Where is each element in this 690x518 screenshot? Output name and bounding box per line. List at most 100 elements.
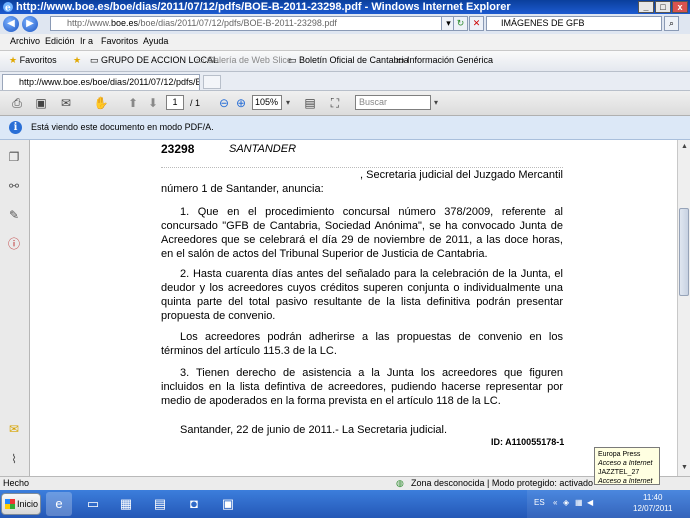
taskbar: Inicio e ▭ ▦ ▤ ◘ ▣ ES « ◈ ▦ ◀ 11:40 12/0… (0, 490, 690, 518)
url-path: /boe/dias/2011/07/12/pdfs/BOE-B-2011-232… (138, 18, 337, 28)
tab-current[interactable]: http://www.boe.es/boe/dias/2011/07/12/pd… (2, 74, 200, 90)
start-label: Inicio (17, 499, 39, 509)
document-view: 23298 SANTANDER , Secretaria judicial de… (30, 140, 677, 476)
menu-bar: Archivo Edición Ir a Favoritos Ayuda (0, 34, 690, 51)
refresh-icon[interactable]: ↻ (453, 16, 468, 31)
favorites-button[interactable]: ★ Favoritos (9, 55, 57, 66)
pages-icon[interactable]: ❐ (5, 148, 23, 166)
scroll-thumb[interactable] (679, 208, 689, 296)
notify-network-1: Europa Press (598, 451, 641, 458)
menu-edit[interactable]: Edición (45, 36, 75, 46)
status-bar: Hecho ◍ Zona desconocida | Modo protegid… (0, 476, 690, 491)
add-favorite-icon[interactable]: ★ (73, 55, 81, 66)
pdf-search-input[interactable]: Buscar (355, 95, 431, 110)
binoculars-icon[interactable]: ⚯ (5, 177, 23, 195)
announcement-city: SANTANDER (229, 143, 297, 155)
favorite-label: Boletín Oficial de Cantabria (299, 55, 409, 65)
minimize-button[interactable]: _ (638, 1, 654, 13)
pdfa-info-icon[interactable]: ⓘ (5, 235, 23, 253)
paragraph-4: 3. Tienen derecho de asistencia a la Jun… (161, 367, 563, 407)
navigation-panel: ❐ ⚯ ✎ ⓘ ✉ ⌇ (0, 140, 30, 476)
url-domain: boe.es (111, 18, 139, 28)
document-id: ID: A110055178-1 (491, 437, 565, 447)
pdfa-info-bar: i Está viendo este documento en modo PDF… (0, 116, 690, 140)
back-button[interactable]: ◀ (3, 16, 19, 32)
vertical-scrollbar[interactable]: ▲ ▼ (677, 140, 690, 476)
stop-icon[interactable]: ✕ (469, 16, 484, 31)
favorites-label: Favoritos (19, 55, 57, 65)
language-indicator[interactable]: ES (534, 498, 545, 507)
zoom-dropdown-icon[interactable]: ▾ (280, 95, 296, 111)
scroll-down-icon[interactable]: ▼ (679, 462, 690, 474)
address-bar[interactable]: http://www.boe.es/boe/dias/2011/07/12/pd… (50, 16, 444, 31)
status-text: Hecho (3, 478, 30, 488)
forward-button[interactable]: ▶ (22, 16, 38, 32)
favorite-link-webslice[interactable]: ▭ Galería de Web Slice (196, 55, 292, 66)
address-row: ◀ ▶ http://www.boe.es/boe/dias/2011/07/1… (0, 14, 690, 34)
taskbar-briefcase-icon[interactable]: ◘ (181, 492, 207, 516)
comment-icon[interactable]: ✉ (5, 420, 23, 438)
favorite-label: Galería de Web Slice (207, 55, 292, 65)
window-title: http://www.boe.es/boe/dias/2011/07/12/pd… (16, 1, 511, 13)
system-tray: ES « ◈ ▦ ◀ 11:40 12/07/2011 (527, 490, 690, 518)
clock-date[interactable]: 12/07/2011 (633, 504, 672, 513)
taskbar-folder-icon[interactable]: ▭ (80, 492, 106, 516)
menu-favorites[interactable]: Favoritos (101, 36, 138, 46)
tray-volume-icon[interactable]: ◀ (587, 498, 593, 507)
favorite-link-informacion[interactable]: ▭ Información Genérica (396, 55, 493, 66)
intro-line-2: número 1 de Santander, anuncia: (161, 183, 324, 195)
paragraph-2: 2. Hasta cuarenta días antes del señalad… (161, 268, 563, 322)
announcement-number: 23298 (161, 142, 195, 156)
ie-logo-icon: e (3, 2, 13, 14)
info-icon: i (9, 121, 22, 134)
tray-app-icon[interactable]: ◈ (563, 498, 569, 507)
signature-icon[interactable]: ✎ (5, 206, 23, 224)
search-input[interactable]: IMÁGENES DE GFB (486, 16, 662, 31)
prev-page-icon[interactable]: ⬆ (125, 95, 141, 111)
zoom-input[interactable]: 105% (252, 95, 282, 110)
next-page-icon[interactable]: ⬇ (145, 95, 161, 111)
paragraph-1: 1. Que en el procedimiento concursal núm… (161, 206, 563, 260)
favorite-link-boletin[interactable]: ▭ Boletín Oficial de Cantabria (288, 55, 409, 66)
taskbar-word-icon[interactable]: ▤ (147, 492, 173, 516)
url-prefix: http://www. (67, 18, 112, 28)
fit-width-icon[interactable]: ⛶ (327, 95, 343, 111)
globe-icon: ◍ (396, 478, 404, 488)
attachment-icon[interactable]: ⌇ (5, 450, 23, 468)
share-icon[interactable]: ✉ (58, 95, 74, 111)
zoom-in-icon[interactable]: ⊕ (233, 95, 249, 111)
taskbar-files-icon[interactable]: ▦ (113, 492, 139, 516)
tab-bar: http://www.boe.es/boe/dias/2011/07/12/pd… (0, 72, 690, 91)
network-notification: Europa Press Acceso a Internet JAZZTEL_2… (594, 447, 660, 485)
zoom-out-icon[interactable]: ⊖ (216, 95, 232, 111)
scroll-up-icon[interactable]: ▲ (679, 141, 690, 153)
fit-page-icon[interactable]: ▤ (302, 95, 318, 111)
title-bar: e http://www.boe.es/boe/dias/2011/07/12/… (0, 0, 690, 14)
taskbar-app-icon[interactable]: ▣ (215, 492, 241, 516)
clock-time[interactable]: 11:40 (643, 493, 662, 502)
search-icon[interactable]: ⌕ (664, 16, 679, 31)
notify-status-2: Acceso a Internet (598, 478, 653, 485)
start-button[interactable]: Inicio (1, 493, 41, 515)
hand-icon[interactable]: ✋ (93, 95, 109, 111)
menu-help[interactable]: Ayuda (143, 36, 168, 46)
close-button[interactable]: x (672, 1, 688, 13)
print-icon[interactable]: ⎙ (9, 95, 25, 111)
new-tab-button[interactable] (203, 75, 221, 89)
menu-file[interactable]: Archivo (10, 36, 40, 46)
taskbar-ie-icon[interactable]: e (46, 492, 72, 516)
save-icon[interactable]: ▣ (33, 95, 49, 111)
menu-go[interactable]: Ir a (80, 36, 93, 46)
svg-text:e: e (5, 4, 11, 14)
favorites-bar: ★ Favoritos ★ ▭ GRUPO DE ACCION LOCAL ▭ … (0, 51, 690, 72)
notify-status-1: Acceso a Internet (598, 460, 653, 467)
total-pages: / 1 (190, 98, 201, 108)
windows-logo-icon (5, 499, 15, 509)
signature-line: Santander, 22 de junio de 2011.- La Secr… (180, 424, 448, 436)
pdfa-message: Está viendo este documento en modo PDF/A… (31, 122, 214, 132)
page-number-input[interactable]: 1 (166, 95, 184, 110)
tray-network-icon[interactable]: ▦ (575, 498, 583, 507)
tray-expand-icon[interactable]: « (553, 498, 557, 507)
search-dropdown-icon[interactable]: ▾ (428, 95, 444, 111)
maximize-button[interactable]: □ (655, 1, 671, 13)
